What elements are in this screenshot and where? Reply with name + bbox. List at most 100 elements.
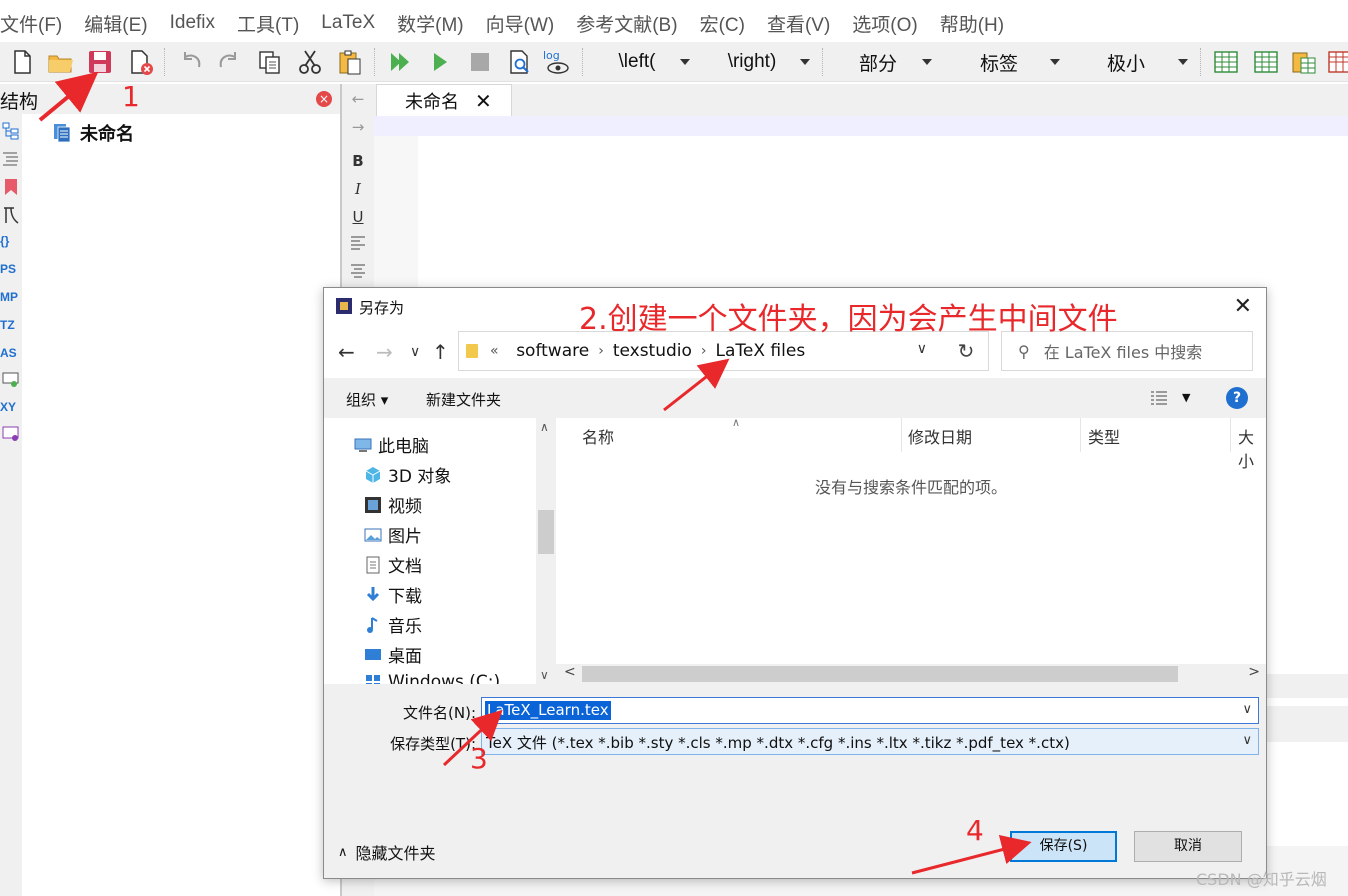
dialog-close-icon[interactable]: ✕ [1234, 294, 1252, 319]
column-name[interactable]: 名称 [582, 424, 614, 448]
table-icon[interactable] [1212, 48, 1240, 76]
braces-tab[interactable]: {} [0, 234, 22, 256]
menu-edit[interactable]: 编辑(E) [73, 10, 158, 37]
paste-table-icon[interactable] [1290, 48, 1318, 76]
breadcrumb-software[interactable]: software [516, 341, 589, 361]
nav-music[interactable]: 音乐 [364, 612, 422, 637]
filetype-select[interactable]: TeX 文件 (*.tex *.bib *.sty *.cls *.mp *.d… [481, 728, 1259, 755]
column-modified[interactable]: 修改日期 [908, 424, 972, 448]
help-icon[interactable]: ? [1226, 387, 1248, 409]
file-list-hscrollbar[interactable]: < > [556, 664, 1266, 684]
align-center-icon[interactable] [351, 264, 365, 278]
open-folder-icon[interactable] [46, 48, 74, 76]
menu-options[interactable]: 选项(O) [841, 10, 928, 37]
symbols-icon[interactable] [2, 206, 20, 224]
undo-icon[interactable] [176, 48, 204, 76]
menu-bibliography[interactable]: 参考文献(B) [565, 10, 688, 37]
menu-math[interactable]: 数学(M) [386, 10, 474, 37]
right-delim-combo[interactable]: \right) [704, 47, 814, 77]
filename-value[interactable]: LaTeX_Learn.tex [485, 701, 611, 720]
chevron-left-icon[interactable]: < [564, 664, 576, 680]
menu-latex[interactable]: LaTeX [310, 12, 386, 34]
up-arrow-icon[interactable]: ↑ [432, 340, 449, 364]
close-icon[interactable]: × [316, 91, 332, 107]
save-icon[interactable] [86, 48, 114, 76]
bold-button[interactable]: B [342, 152, 374, 170]
menu-wizards[interactable]: 向导(W) [475, 10, 566, 37]
menu-macros[interactable]: 宏(C) [689, 10, 756, 37]
stop-icon[interactable] [466, 48, 494, 76]
tab-untitled[interactable]: 未命名 ✕ [376, 84, 512, 116]
breadcrumb-texstudio[interactable]: texstudio [613, 341, 692, 361]
compile-icon[interactable] [426, 48, 454, 76]
messages-icon[interactable] [2, 426, 20, 442]
filename-field[interactable]: LaTeX_Learn.tex ∨ [481, 697, 1259, 724]
copy-icon[interactable] [256, 48, 284, 76]
view-pdf-icon[interactable] [506, 48, 534, 76]
metapost-tab[interactable]: MP [0, 290, 22, 312]
view-options-icon[interactable] [1150, 390, 1168, 406]
menu-idefix[interactable]: Idefix [159, 12, 226, 34]
pstricks-tab[interactable]: PS [0, 262, 22, 284]
nav-videos[interactable]: 视频 [364, 492, 422, 517]
preview-icon[interactable] [2, 372, 20, 388]
column-type[interactable]: 类型 [1088, 424, 1120, 448]
chevron-right-icon[interactable]: > [1248, 664, 1260, 680]
column-size[interactable]: 大小 [1238, 424, 1266, 472]
xypic-tab[interactable]: XY [0, 400, 22, 422]
menu-tools[interactable]: 工具(T) [226, 10, 310, 37]
section-combo[interactable]: 部分 [834, 47, 936, 77]
nav-documents[interactable]: 文档 [364, 552, 422, 577]
scroll-thumb[interactable] [538, 510, 554, 554]
chevron-down-icon[interactable]: ∨ [1242, 702, 1252, 717]
forward-arrow-icon[interactable]: → [342, 118, 374, 136]
italic-button[interactable]: I [342, 180, 374, 198]
chevron-down-icon[interactable]: ∨ [917, 341, 927, 357]
toc-icon[interactable] [2, 150, 20, 168]
nav-desktop[interactable]: 桌面 [364, 642, 422, 667]
chevron-up-icon[interactable]: ∧ [540, 420, 549, 434]
underline-button[interactable]: U [342, 208, 374, 226]
menu-file[interactable]: 文件(F) [0, 10, 73, 37]
chevron-down-icon[interactable]: ∨ [1242, 733, 1252, 748]
save-button[interactable]: 保存(S) [1010, 831, 1117, 862]
breadcrumb-latex-files[interactable]: LaTeX files [716, 341, 806, 361]
cancel-button[interactable]: 取消 [1134, 831, 1242, 862]
new-folder-button[interactable]: 新建文件夹 [426, 389, 501, 410]
scroll-thumb[interactable] [582, 666, 1178, 682]
chevron-right-icon[interactable]: › [598, 343, 604, 359]
close-file-icon[interactable] [126, 48, 154, 76]
chevron-down-icon[interactable]: ∨ [540, 668, 549, 682]
table-rows-icon[interactable] [1252, 48, 1280, 76]
chevron-down-icon[interactable]: ▼ [1182, 391, 1190, 404]
nav-downloads[interactable]: 下载 [364, 582, 422, 607]
view-log-icon[interactable]: log [542, 48, 570, 76]
label-combo[interactable]: 标签 [948, 47, 1064, 77]
nav-3d-objects[interactable]: 3D 对象 [364, 462, 451, 487]
left-delim-combo[interactable]: \left( [594, 47, 694, 77]
tree-root-node[interactable]: 未命名 [52, 120, 134, 146]
asymptote-tab[interactable]: AS [0, 346, 22, 368]
nav-pane-scrollbar[interactable]: ∧ ∨ [536, 418, 556, 684]
tikz-tab[interactable]: TZ [0, 318, 22, 340]
delete-table-icon[interactable] [1326, 48, 1348, 76]
back-arrow-icon[interactable]: ← [342, 90, 374, 108]
file-list[interactable]: ∧ 名称 修改日期 类型 大小 没有与搜索条件匹配的项。 [556, 416, 1266, 684]
breadcrumb-overflow[interactable]: « [490, 343, 499, 359]
align-left-icon[interactable] [351, 236, 365, 250]
organize-button[interactable]: 组织 ▾ [346, 389, 388, 410]
hide-folders-toggle[interactable]: ∧ 隐藏文件夹 [338, 840, 436, 864]
cut-icon[interactable] [296, 48, 324, 76]
tab-close-icon[interactable]: ✕ [475, 89, 492, 113]
redo-icon[interactable] [216, 48, 244, 76]
chevron-right-icon[interactable]: › [701, 343, 707, 359]
back-arrow-icon[interactable]: ← [338, 340, 355, 364]
new-file-icon[interactable] [8, 48, 36, 76]
bookmark-icon[interactable] [2, 178, 20, 196]
nav-this-pc[interactable]: 此电脑 [354, 432, 429, 457]
menu-view[interactable]: 查看(V) [756, 10, 841, 37]
menu-help[interactable]: 帮助(H) [929, 10, 1015, 37]
paste-icon[interactable] [336, 48, 364, 76]
forward-arrow-icon[interactable]: → [376, 340, 393, 364]
recent-locations-icon[interactable]: ∨ [410, 344, 420, 360]
